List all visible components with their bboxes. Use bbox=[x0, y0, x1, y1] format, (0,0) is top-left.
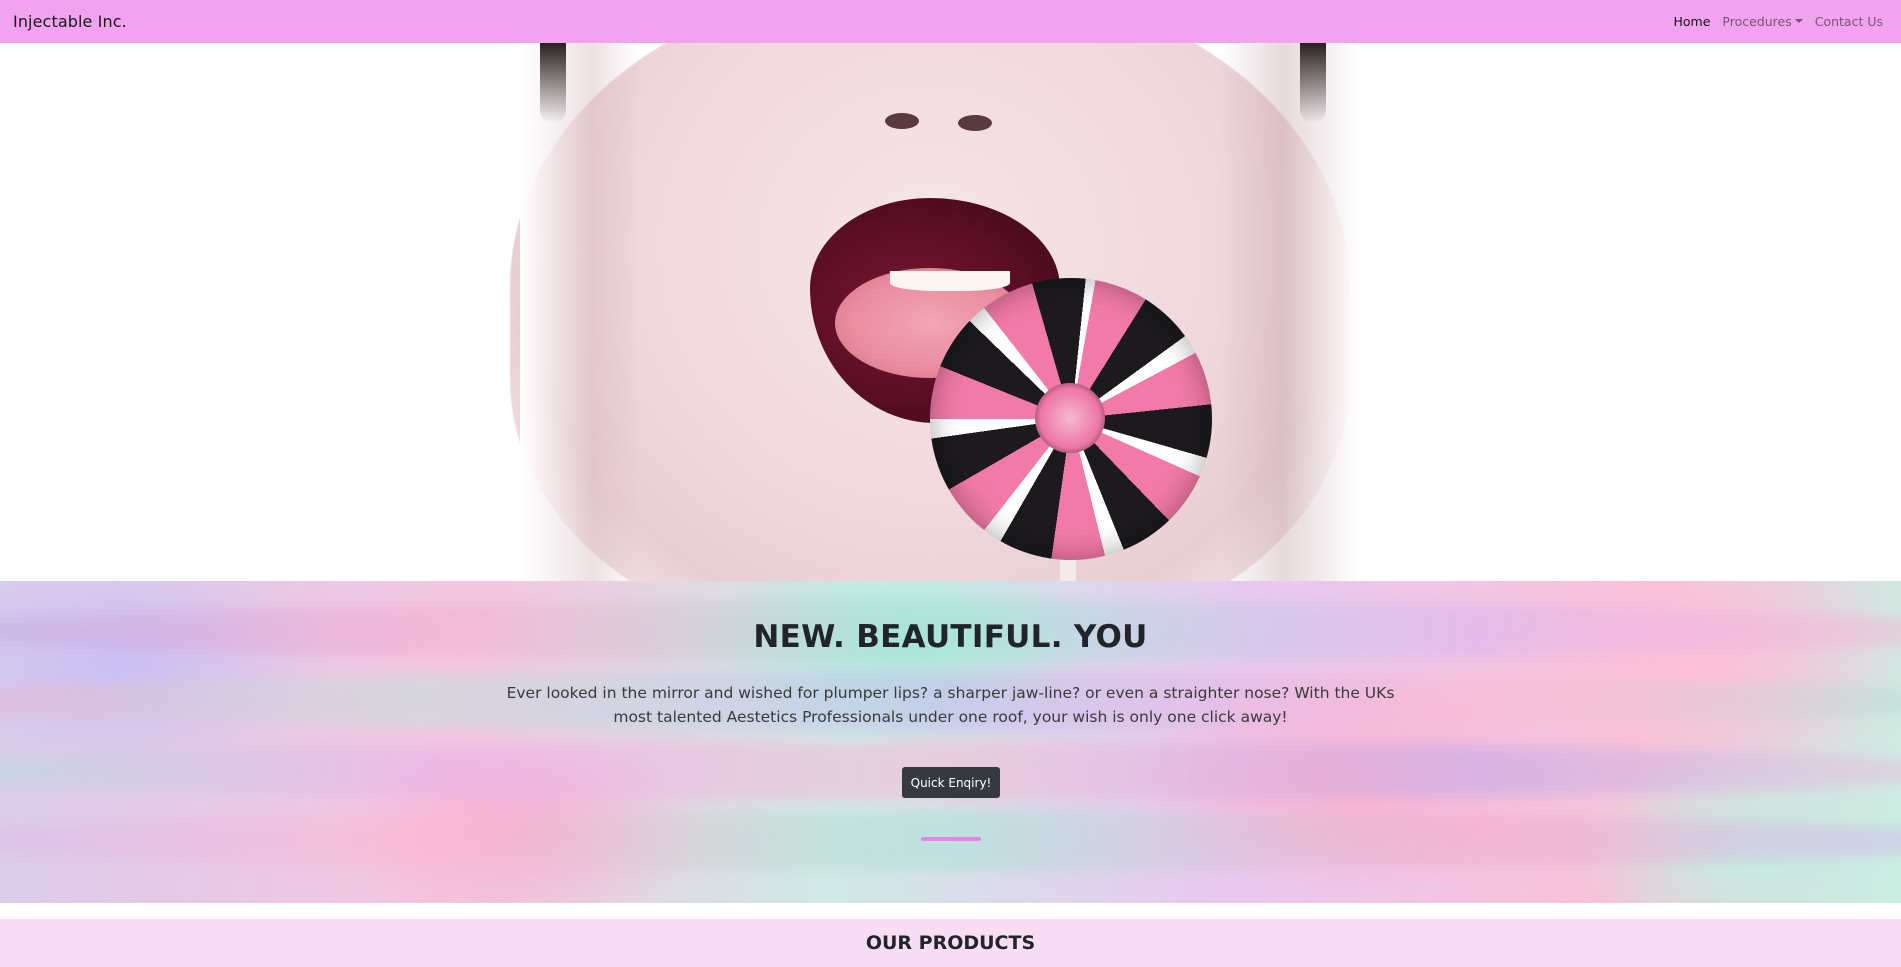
section-divider bbox=[921, 837, 981, 841]
hero-image bbox=[0, 43, 1901, 581]
products-title: OUR PRODUCTS bbox=[865, 932, 1036, 954]
navbar: Injectable Inc. Home Procedures Contact … bbox=[0, 0, 1901, 43]
nav-contact[interactable]: Contact Us bbox=[1809, 14, 1889, 29]
nav-home[interactable]: Home bbox=[1667, 14, 1716, 29]
nostril-right bbox=[958, 115, 992, 131]
headline: NEW. BEAUTIFUL. YOU bbox=[753, 619, 1148, 655]
teeth-illustration bbox=[890, 271, 1010, 291]
nostril-left bbox=[885, 113, 919, 129]
caret-down-icon bbox=[1794, 18, 1803, 23]
products-section: OUR PRODUCTS bbox=[0, 919, 1901, 967]
brand-logo[interactable]: Injectable Inc. bbox=[13, 12, 127, 31]
nav-procedures-dropdown[interactable]: Procedures bbox=[1716, 14, 1808, 29]
quick-enquiry-button[interactable]: Quick Enqiry! bbox=[902, 767, 1000, 798]
intro-text: Ever looked in the mirror and wished for… bbox=[506, 684, 1395, 726]
nav-procedures-label: Procedures bbox=[1722, 14, 1792, 29]
nav-links: Home Procedures Contact Us bbox=[1667, 14, 1889, 29]
intro-section: NEW. BEAUTIFUL. YOU Ever looked in the m… bbox=[0, 581, 1901, 903]
lollipop-stick bbox=[1060, 558, 1076, 581]
